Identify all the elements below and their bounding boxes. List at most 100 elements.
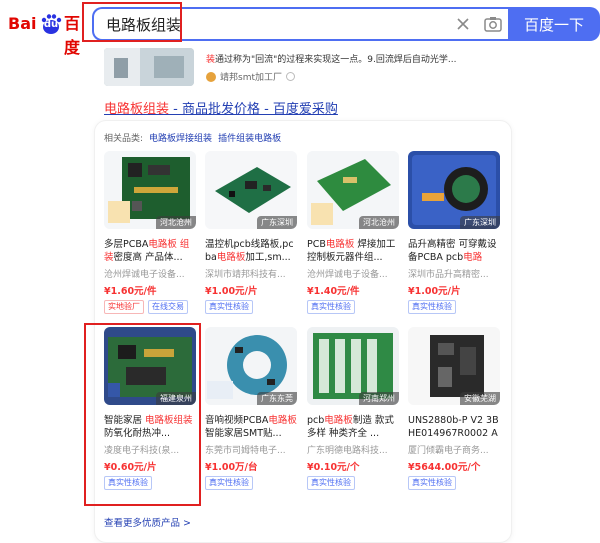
snippet-thumbnail[interactable] [104, 48, 194, 86]
camera-icon[interactable] [483, 14, 503, 34]
product-price: ¥1.60元/件 [104, 286, 157, 297]
product-tag: 真实性核验 [205, 476, 253, 490]
result-title-rest: - 商品批发价格 - 百度爱采购 [169, 102, 338, 117]
product-tag: 实地验厂 [104, 300, 144, 314]
product-name-part: 音响视频PCBA [205, 415, 269, 426]
product-image[interactable]: 河南郑州 [307, 327, 399, 405]
header: Bai du 百度 百度一下 [0, 0, 600, 57]
related-categories: 相关品类: 电路板焊接组装 插件组装电路板 [104, 131, 281, 144]
product-shop[interactable]: 厦门倾霸电子商务... [408, 443, 500, 456]
product-tags: 真实性核验 [205, 476, 297, 490]
clear-icon[interactable] [454, 15, 472, 33]
product-location: 河南郑州 [359, 392, 399, 405]
product-price: ¥0.60元/片 [104, 462, 157, 473]
product-item[interactable]: 福建泉州 智能家居 电路板组装 防氧化耐热冲... 凌度电子科技(泉... ¥0… [104, 327, 196, 490]
product-location: 广东东莞 [257, 392, 297, 405]
product-name-highlight: 电路板 [325, 239, 355, 250]
search-box [92, 7, 508, 41]
product-tag: 真实性核验 [104, 476, 152, 490]
related-link[interactable]: 插件组装电路板 [218, 131, 281, 144]
product-tags: 真实性核验 [307, 300, 399, 314]
logo-du-text: du [43, 19, 59, 30]
product-shop[interactable]: 沧州焊诚电子设备... [104, 267, 196, 280]
logo-bai-text: Bai [8, 14, 37, 33]
search-button[interactable]: 百度一下 [508, 7, 600, 41]
product-tag: 真实性核验 [408, 300, 456, 314]
product-name[interactable]: 温控机pcb线路板,pcba电路板加工,sm... [205, 238, 297, 264]
product-image[interactable]: 福建泉州 [104, 327, 196, 405]
product-item[interactable]: 广东深圳 温控机pcb线路板,pcba电路板加工,sm... 深圳市靖邦科技有.… [205, 151, 297, 314]
product-location: 广东深圳 [460, 216, 500, 229]
snippet-text: 装通过称为"回流"的过程来实现这一点。9.回流焊后自动光学... [206, 52, 506, 65]
product-shop[interactable]: 凌度电子科技(泉... [104, 443, 196, 456]
product-price: ¥1.00万/台 [205, 462, 258, 473]
product-image[interactable]: 广东深圳 [408, 151, 500, 229]
product-shop[interactable]: 东莞市司姆特电子... [205, 443, 297, 456]
product-tag: 真实性核验 [408, 476, 456, 490]
product-name-part: 多层PCBA [104, 239, 149, 250]
product-shop[interactable]: 广东明德电路科技... [307, 443, 399, 456]
info-icon[interactable] [286, 72, 295, 81]
product-image[interactable]: 河北沧州 [307, 151, 399, 229]
product-location: 福建泉州 [156, 392, 196, 405]
snippet-source-name: 靖邦smt加工厂 [220, 73, 282, 83]
product-tags: 真实性核验 [104, 476, 196, 490]
product-item[interactable]: 安徽芜湖 UNS2880b-P V2 3BHE014967R0002 ABB..… [408, 327, 500, 490]
result-title-link[interactable]: 电路板组装 - 商品批发价格 - 百度爱采购 [104, 98, 338, 117]
product-shop[interactable]: 深圳市靖邦科技有... [205, 267, 297, 280]
product-name-part: 智能家居 [104, 415, 146, 426]
product-tags: 实地验厂 在线交易 [104, 300, 196, 314]
snippet-body: 通过称为"回流"的过程来实现这一点。9.回流焊后自动光学... [215, 55, 457, 65]
related-link[interactable]: 电路板焊接组装 [149, 131, 212, 144]
product-name[interactable]: 音响视频PCBA电路板 智能家居SMT贴... [205, 414, 297, 440]
product-location: 广东深圳 [257, 216, 297, 229]
product-tag: 真实性核验 [307, 476, 355, 490]
product-item[interactable]: 河北沧州 PCB电路板 焊接加工控制板元器件组... 沧州焊诚电子设备... ¥… [307, 151, 399, 314]
product-name-highlight: 电路板 [268, 415, 297, 426]
product-location: 安徽芜湖 [460, 392, 500, 405]
product-image[interactable]: 广东深圳 [205, 151, 297, 229]
product-name-highlight: 电路板 [324, 415, 353, 426]
product-item[interactable]: 广东东莞 音响视频PCBA电路板 智能家居SMT贴... 东莞市司姆特电子...… [205, 327, 297, 490]
product-tags: 真实性核验 [408, 476, 500, 490]
product-name[interactable]: pcb电路板制造 款式多样 种类齐全 ... [307, 414, 399, 440]
product-name-part: 密度高 产品体... [113, 252, 183, 263]
product-name[interactable]: 多层PCBA电路板 组装密度高 产品体... [104, 238, 196, 264]
product-name-part: pcb [307, 415, 325, 426]
product-shop[interactable]: 沧州焊诚电子设备... [307, 267, 399, 280]
source-avatar-icon [206, 71, 216, 82]
product-name[interactable]: UNS2880b-P V2 3BHE014967R0002 ABB... [408, 414, 500, 440]
product-price: ¥1.40元/件 [307, 286, 360, 297]
product-name[interactable]: 智能家居 电路板组装 防氧化耐热冲... [104, 414, 196, 440]
product-item[interactable]: 河北沧州 多层PCBA电路板 组装密度高 产品体... 沧州焊诚电子设备... … [104, 151, 196, 314]
product-name-part: PCB [307, 239, 326, 250]
product-item[interactable]: 河南郑州 pcb电路板制造 款式多样 种类齐全 ... 广东明德电路科技... … [307, 327, 399, 490]
search-input[interactable] [106, 9, 406, 39]
product-tags: 真实性核验 [307, 476, 399, 490]
more-products-link[interactable]: 查看更多优质产品 > [104, 515, 191, 529]
product-name-part: 智能家居SMT贴... [205, 428, 282, 439]
product-name[interactable]: PCB电路板 焊接加工控制板元器件组... [307, 238, 399, 264]
product-image[interactable]: 安徽芜湖 [408, 327, 500, 405]
product-location: 河北沧州 [359, 216, 399, 229]
product-image[interactable]: 广东东莞 [205, 327, 297, 405]
product-price: ¥5644.00元/个 [408, 462, 481, 473]
product-name[interactable]: 品升高精密 可穿戴设备PCBA pcb电路板... [408, 238, 500, 264]
product-price: ¥1.00元/片 [408, 286, 461, 297]
result-title-highlight: 电路板组装 [104, 102, 170, 117]
snippet-source[interactable]: 靖邦smt加工厂 [206, 70, 295, 83]
baidu-logo[interactable]: Bai du 百度 [8, 12, 90, 57]
product-item[interactable]: 广东深圳 品升高精密 可穿戴设备PCBA pcb电路板... 深圳市品升高精密.… [408, 151, 500, 314]
product-name-highlight: 电路板 [216, 252, 246, 263]
product-tags: 真实性核验 [408, 300, 500, 314]
product-image[interactable]: 河北沧州 [104, 151, 196, 229]
product-name-part: UNS2880b-P V2 3BHE014967R0002 ABB... [408, 415, 499, 439]
product-tag: 真实性核验 [205, 300, 253, 314]
product-shop[interactable]: 深圳市品升高精密... [408, 267, 500, 280]
product-name-part: 品升高精密 可穿戴设备PCBA pcb [408, 239, 497, 263]
product-name-part: 加工,sm... [245, 252, 291, 263]
product-tags: 真实性核验 [205, 300, 297, 314]
product-price: ¥1.00元/片 [205, 286, 258, 297]
product-name-highlight: 电路板组装 [145, 415, 193, 426]
product-tag: 在线交易 [148, 300, 188, 314]
